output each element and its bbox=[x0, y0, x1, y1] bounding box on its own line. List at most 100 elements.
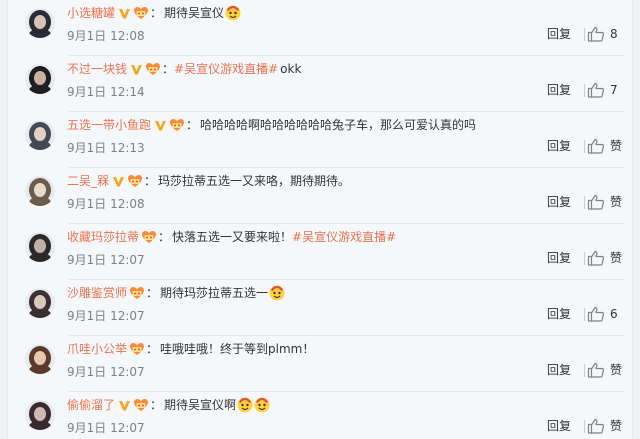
comment-date: 9月1日 bbox=[67, 421, 107, 435]
emoji-icon bbox=[269, 285, 285, 301]
fan-badge-icon bbox=[133, 6, 149, 20]
comment-header: 小选糖罐 ：期待吴宣仪 bbox=[67, 5, 241, 21]
comment-timestamp: 9月1日 12:07 bbox=[67, 420, 145, 436]
like-count: 赞 bbox=[610, 195, 623, 209]
comment-time: 12:08 bbox=[110, 197, 145, 211]
like-button[interactable]: 赞 bbox=[587, 249, 625, 267]
comment-colon: ： bbox=[146, 286, 159, 300]
comment-date: 9月1日 bbox=[67, 253, 107, 267]
comment-colon: ： bbox=[150, 398, 163, 412]
comment-text: 期待吴宣仪啊 bbox=[164, 398, 237, 412]
comment-time: 12:14 bbox=[110, 85, 145, 99]
like-button[interactable]: 赞 bbox=[587, 193, 625, 211]
comment-timestamp: 9月1日 12:08 bbox=[67, 28, 145, 44]
emoji-icon bbox=[225, 5, 241, 21]
comment-time: 12:07 bbox=[110, 309, 145, 323]
comment-header: 五选一带小鱼跑 ：哈哈哈哈啊哈哈哈哈哈哈兔子车，那么可爱认真的吗 bbox=[67, 117, 476, 133]
comment-colon: ： bbox=[150, 6, 163, 20]
like-count: 赞 bbox=[610, 139, 623, 153]
reply-button[interactable]: 回复 bbox=[547, 194, 571, 210]
action-divider bbox=[584, 140, 585, 153]
fan-badge-icon bbox=[127, 174, 143, 188]
fan-badge-icon bbox=[169, 118, 185, 132]
comment-item: 爪哇小公举 ：哇哦哇哦！终于等到plmm！ 9月1日 12:07 回复 赞 bbox=[7, 336, 633, 392]
comment-username[interactable]: 小选糖罐 bbox=[67, 5, 115, 21]
avatar[interactable] bbox=[25, 120, 55, 150]
like-count: 赞 bbox=[610, 251, 623, 265]
avatar[interactable] bbox=[25, 288, 55, 318]
like-button[interactable]: 赞 bbox=[587, 137, 625, 155]
comment-text: okk bbox=[280, 62, 302, 76]
avatar[interactable] bbox=[25, 8, 55, 38]
comment-username[interactable]: 收藏玛莎拉蒂 bbox=[67, 229, 139, 245]
reply-button[interactable]: 回复 bbox=[547, 26, 571, 42]
comment-header: 二吴_槑 ：玛莎拉蒂五选一又来咯，期待期待。 bbox=[67, 173, 350, 189]
v-badge-icon bbox=[154, 119, 167, 132]
reply-button[interactable]: 回复 bbox=[547, 82, 571, 98]
comment-date: 9月1日 bbox=[67, 29, 107, 43]
comment-header: 收藏玛莎拉蒂 ：快落五选一又要来啦！ #吴宣仪游戏直播# bbox=[67, 229, 396, 245]
v-badge-icon bbox=[118, 399, 131, 412]
comment-time: 12:07 bbox=[110, 365, 145, 379]
like-button[interactable]: 6 bbox=[587, 305, 625, 323]
fan-badge-icon bbox=[129, 286, 145, 300]
like-count: 赞 bbox=[610, 419, 623, 433]
like-count: 7 bbox=[610, 83, 618, 97]
avatar[interactable] bbox=[25, 176, 55, 206]
comment-username[interactable]: 爪哇小公举 bbox=[67, 341, 127, 357]
comment-date: 9月1日 bbox=[67, 85, 107, 99]
comment-time: 12:13 bbox=[110, 141, 145, 155]
comment-username[interactable]: 沙雕鉴赏师 bbox=[67, 285, 127, 301]
fan-badge-icon bbox=[133, 398, 149, 412]
comment-colon: ： bbox=[158, 230, 171, 244]
reply-button[interactable]: 回复 bbox=[547, 306, 571, 322]
reply-button[interactable]: 回复 bbox=[547, 138, 571, 154]
comment-item: 小选糖罐 ：期待吴宣仪 9月1日 12:08 回复 8 bbox=[7, 0, 633, 56]
thumbs-up-icon bbox=[587, 306, 605, 322]
comment-header: 沙雕鉴赏师 ：期待玛莎拉蒂五选一 bbox=[67, 285, 285, 301]
action-divider bbox=[584, 84, 585, 97]
avatar[interactable] bbox=[25, 344, 55, 374]
avatar[interactable] bbox=[25, 232, 55, 262]
v-badge-icon bbox=[118, 7, 131, 20]
comment-colon: ： bbox=[144, 174, 157, 188]
action-divider bbox=[584, 364, 585, 377]
fan-badge-icon bbox=[141, 230, 157, 244]
comment-username[interactable]: 偷偷溜了 bbox=[67, 397, 115, 413]
reply-button[interactable]: 回复 bbox=[547, 250, 571, 266]
like-button[interactable]: 赞 bbox=[587, 361, 625, 379]
comment-time: 12:07 bbox=[110, 421, 145, 435]
comment-username[interactable]: 五选一带小鱼跑 bbox=[67, 117, 151, 133]
comment-text: 玛莎拉蒂五选一又来咯，期待期待。 bbox=[158, 174, 351, 188]
thumbs-up-icon bbox=[587, 418, 605, 434]
like-button[interactable]: 7 bbox=[587, 81, 625, 99]
reply-button[interactable]: 回复 bbox=[547, 362, 571, 378]
fan-badge-icon bbox=[129, 342, 145, 356]
topic-link[interactable]: #吴宣仪游戏直播# bbox=[174, 61, 278, 77]
action-divider bbox=[584, 196, 585, 209]
reply-button[interactable]: 回复 bbox=[547, 418, 571, 434]
fan-badge-icon bbox=[145, 62, 161, 76]
comment-date: 9月1日 bbox=[67, 365, 107, 379]
comment-header: 偷偷溜了 ：期待吴宣仪啊 bbox=[67, 397, 270, 413]
comment-colon: ： bbox=[186, 118, 199, 132]
thumbs-up-icon bbox=[587, 194, 605, 210]
like-count: 8 bbox=[610, 27, 618, 41]
action-divider bbox=[584, 252, 585, 265]
topic-link[interactable]: #吴宣仪游戏直播# bbox=[292, 229, 396, 245]
comment-header: 爪哇小公举 ：哇哦哇哦！终于等到plmm！ bbox=[67, 341, 314, 357]
comment-username[interactable]: 不过一块钱 bbox=[67, 61, 127, 77]
comment-item: 收藏玛莎拉蒂 ：快落五选一又要来啦！ #吴宣仪游戏直播# 9月1日 12:07 回复 赞 bbox=[7, 224, 633, 280]
comment-time: 12:08 bbox=[110, 29, 145, 43]
thumbs-up-icon bbox=[587, 250, 605, 266]
avatar[interactable] bbox=[25, 64, 55, 94]
avatar[interactable] bbox=[25, 400, 55, 430]
comment-username[interactable]: 二吴_槑 bbox=[67, 173, 109, 189]
like-button[interactable]: 8 bbox=[587, 25, 625, 43]
like-button[interactable]: 赞 bbox=[587, 417, 625, 435]
v-badge-icon bbox=[112, 175, 125, 188]
comment-colon: ： bbox=[162, 62, 175, 76]
comment-item: 偷偷溜了 ：期待吴宣仪啊 9月1日 12:07 回复 赞 bbox=[7, 392, 633, 439]
comment-item: 五选一带小鱼跑 ：哈哈哈哈啊哈哈哈哈哈哈兔子车，那么可爱认真的吗 9月1日 12:1… bbox=[7, 112, 633, 168]
thumbs-up-icon bbox=[587, 138, 605, 154]
